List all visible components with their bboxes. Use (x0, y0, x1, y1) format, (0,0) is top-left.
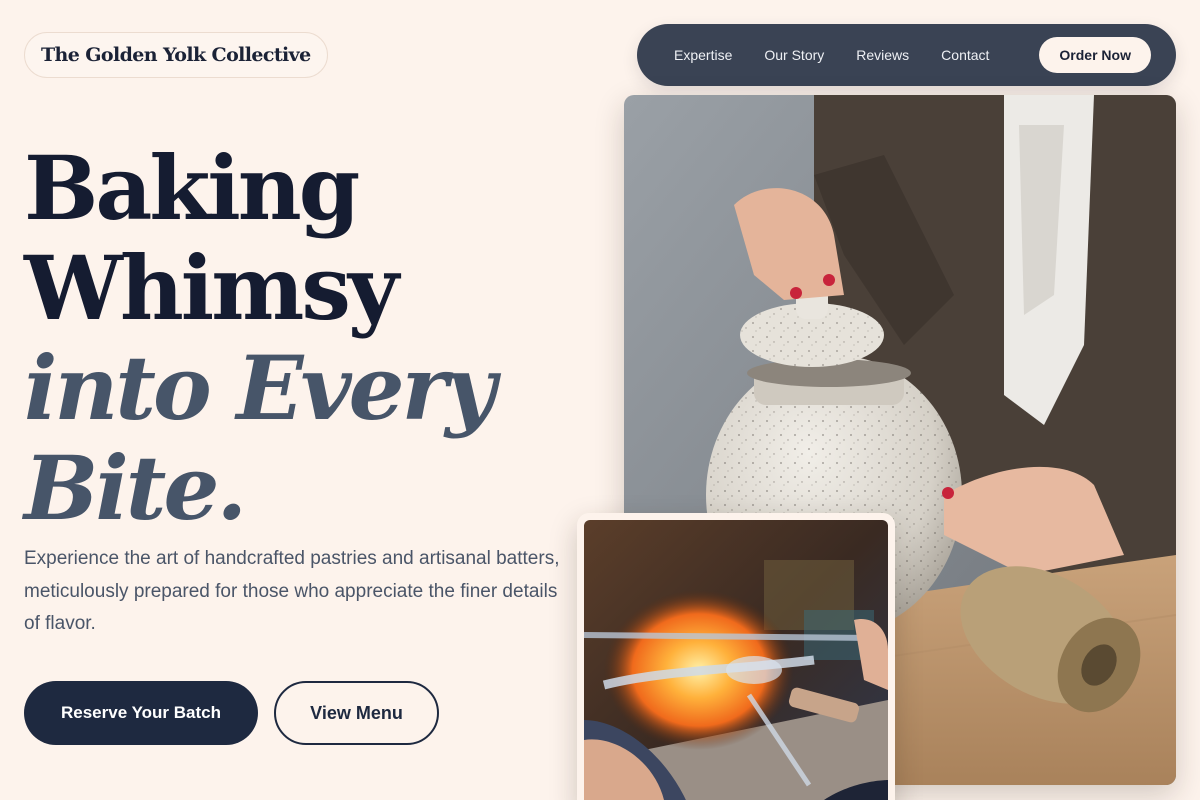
view-menu-button[interactable]: View Menu (274, 681, 439, 745)
nav-link-expertise[interactable]: Expertise (674, 47, 732, 63)
nav-link-contact[interactable]: Contact (941, 47, 989, 63)
headline-line-2: Whimsy (24, 236, 399, 340)
inset-image-frame (577, 513, 895, 800)
order-now-button[interactable]: Order Now (1039, 37, 1151, 73)
brand-logo[interactable]: The Golden Yolk Collective (24, 32, 328, 78)
nav-link-our-story[interactable]: Our Story (764, 47, 824, 63)
main-nav: Expertise Our Story Reviews Contact Orde… (637, 24, 1176, 86)
headline-line-3: into Every (24, 336, 496, 440)
hero-description: Experience the art of handcrafted pastri… (24, 548, 560, 634)
hero-headline: Baking Whimsy into Every Bite. (24, 136, 496, 540)
reserve-batch-button[interactable]: Reserve Your Batch (24, 681, 258, 745)
headline-line-1: Baking (24, 136, 360, 240)
glassblowing-photo (584, 520, 888, 800)
glassblowing-illustration (584, 520, 888, 800)
nav-link-reviews[interactable]: Reviews (856, 47, 909, 63)
headline-line-4: Bite. (24, 436, 247, 540)
